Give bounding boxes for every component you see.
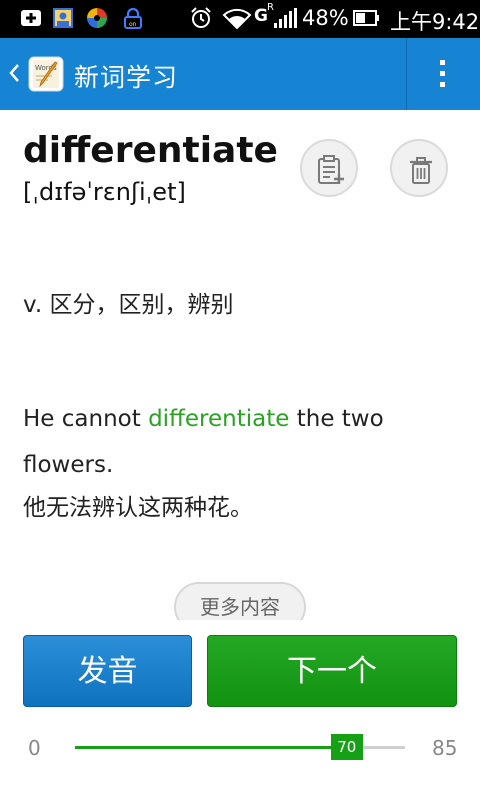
chevron-left-icon: [9, 64, 19, 82]
action-bar: Words 新词学习: [0, 38, 480, 110]
progress-slider[interactable]: 70: [75, 734, 405, 760]
page-title: 新词学习: [74, 63, 179, 92]
more-content-area: 更多内容: [0, 570, 480, 620]
example-translation: 他无法辨认这两种花。: [23, 495, 253, 521]
example-text-before: He cannot: [23, 406, 149, 432]
phonetic-text: [ˌdɪfəˈrɛnʃiˌet]: [23, 178, 186, 206]
battery-percent: 48%: [302, 6, 349, 30]
progress-fill: [75, 746, 347, 749]
trash-icon: [410, 157, 432, 184]
word-heading: differentiate: [23, 130, 278, 171]
progress-max-label: 85: [432, 736, 458, 760]
progress-min-label: 0: [28, 736, 41, 760]
overflow-menu-button[interactable]: [407, 38, 480, 110]
definition-text: v. 区分，区别，辨别: [23, 292, 234, 318]
progress-thumb[interactable]: 70: [330, 734, 363, 760]
next-button[interactable]: 下一个: [207, 635, 457, 707]
battery-icon: [353, 10, 379, 26]
alarm-icon: [191, 7, 211, 28]
more-content-button[interactable]: 更多内容: [174, 582, 306, 620]
signal-icon: [274, 8, 297, 28]
overflow-menu-icon: [440, 60, 445, 87]
lock-app-icon: on: [124, 7, 142, 29]
svg-text:on: on: [129, 21, 137, 28]
network-type: G: [254, 6, 268, 26]
add-to-list-button[interactable]: [300, 139, 358, 197]
example-sentence: He cannot differentiate the two flowers.: [23, 396, 463, 488]
pronounce-button[interactable]: 发音: [23, 635, 192, 707]
clock: 上午9:42: [390, 10, 480, 34]
word-notebook-icon: Words: [28, 56, 64, 92]
example-highlight-word: differentiate: [148, 406, 290, 432]
add-notification-icon: [21, 10, 41, 26]
swirl-app-icon: [87, 8, 107, 28]
delete-button[interactable]: [390, 139, 448, 197]
back-button[interactable]: Words: [4, 38, 72, 110]
status-bar: on G R 48% 上午9:42: [0, 0, 480, 38]
add-to-list-icon: [318, 155, 344, 184]
wifi-icon: [222, 8, 252, 29]
contacts-app-icon: [53, 8, 73, 28]
